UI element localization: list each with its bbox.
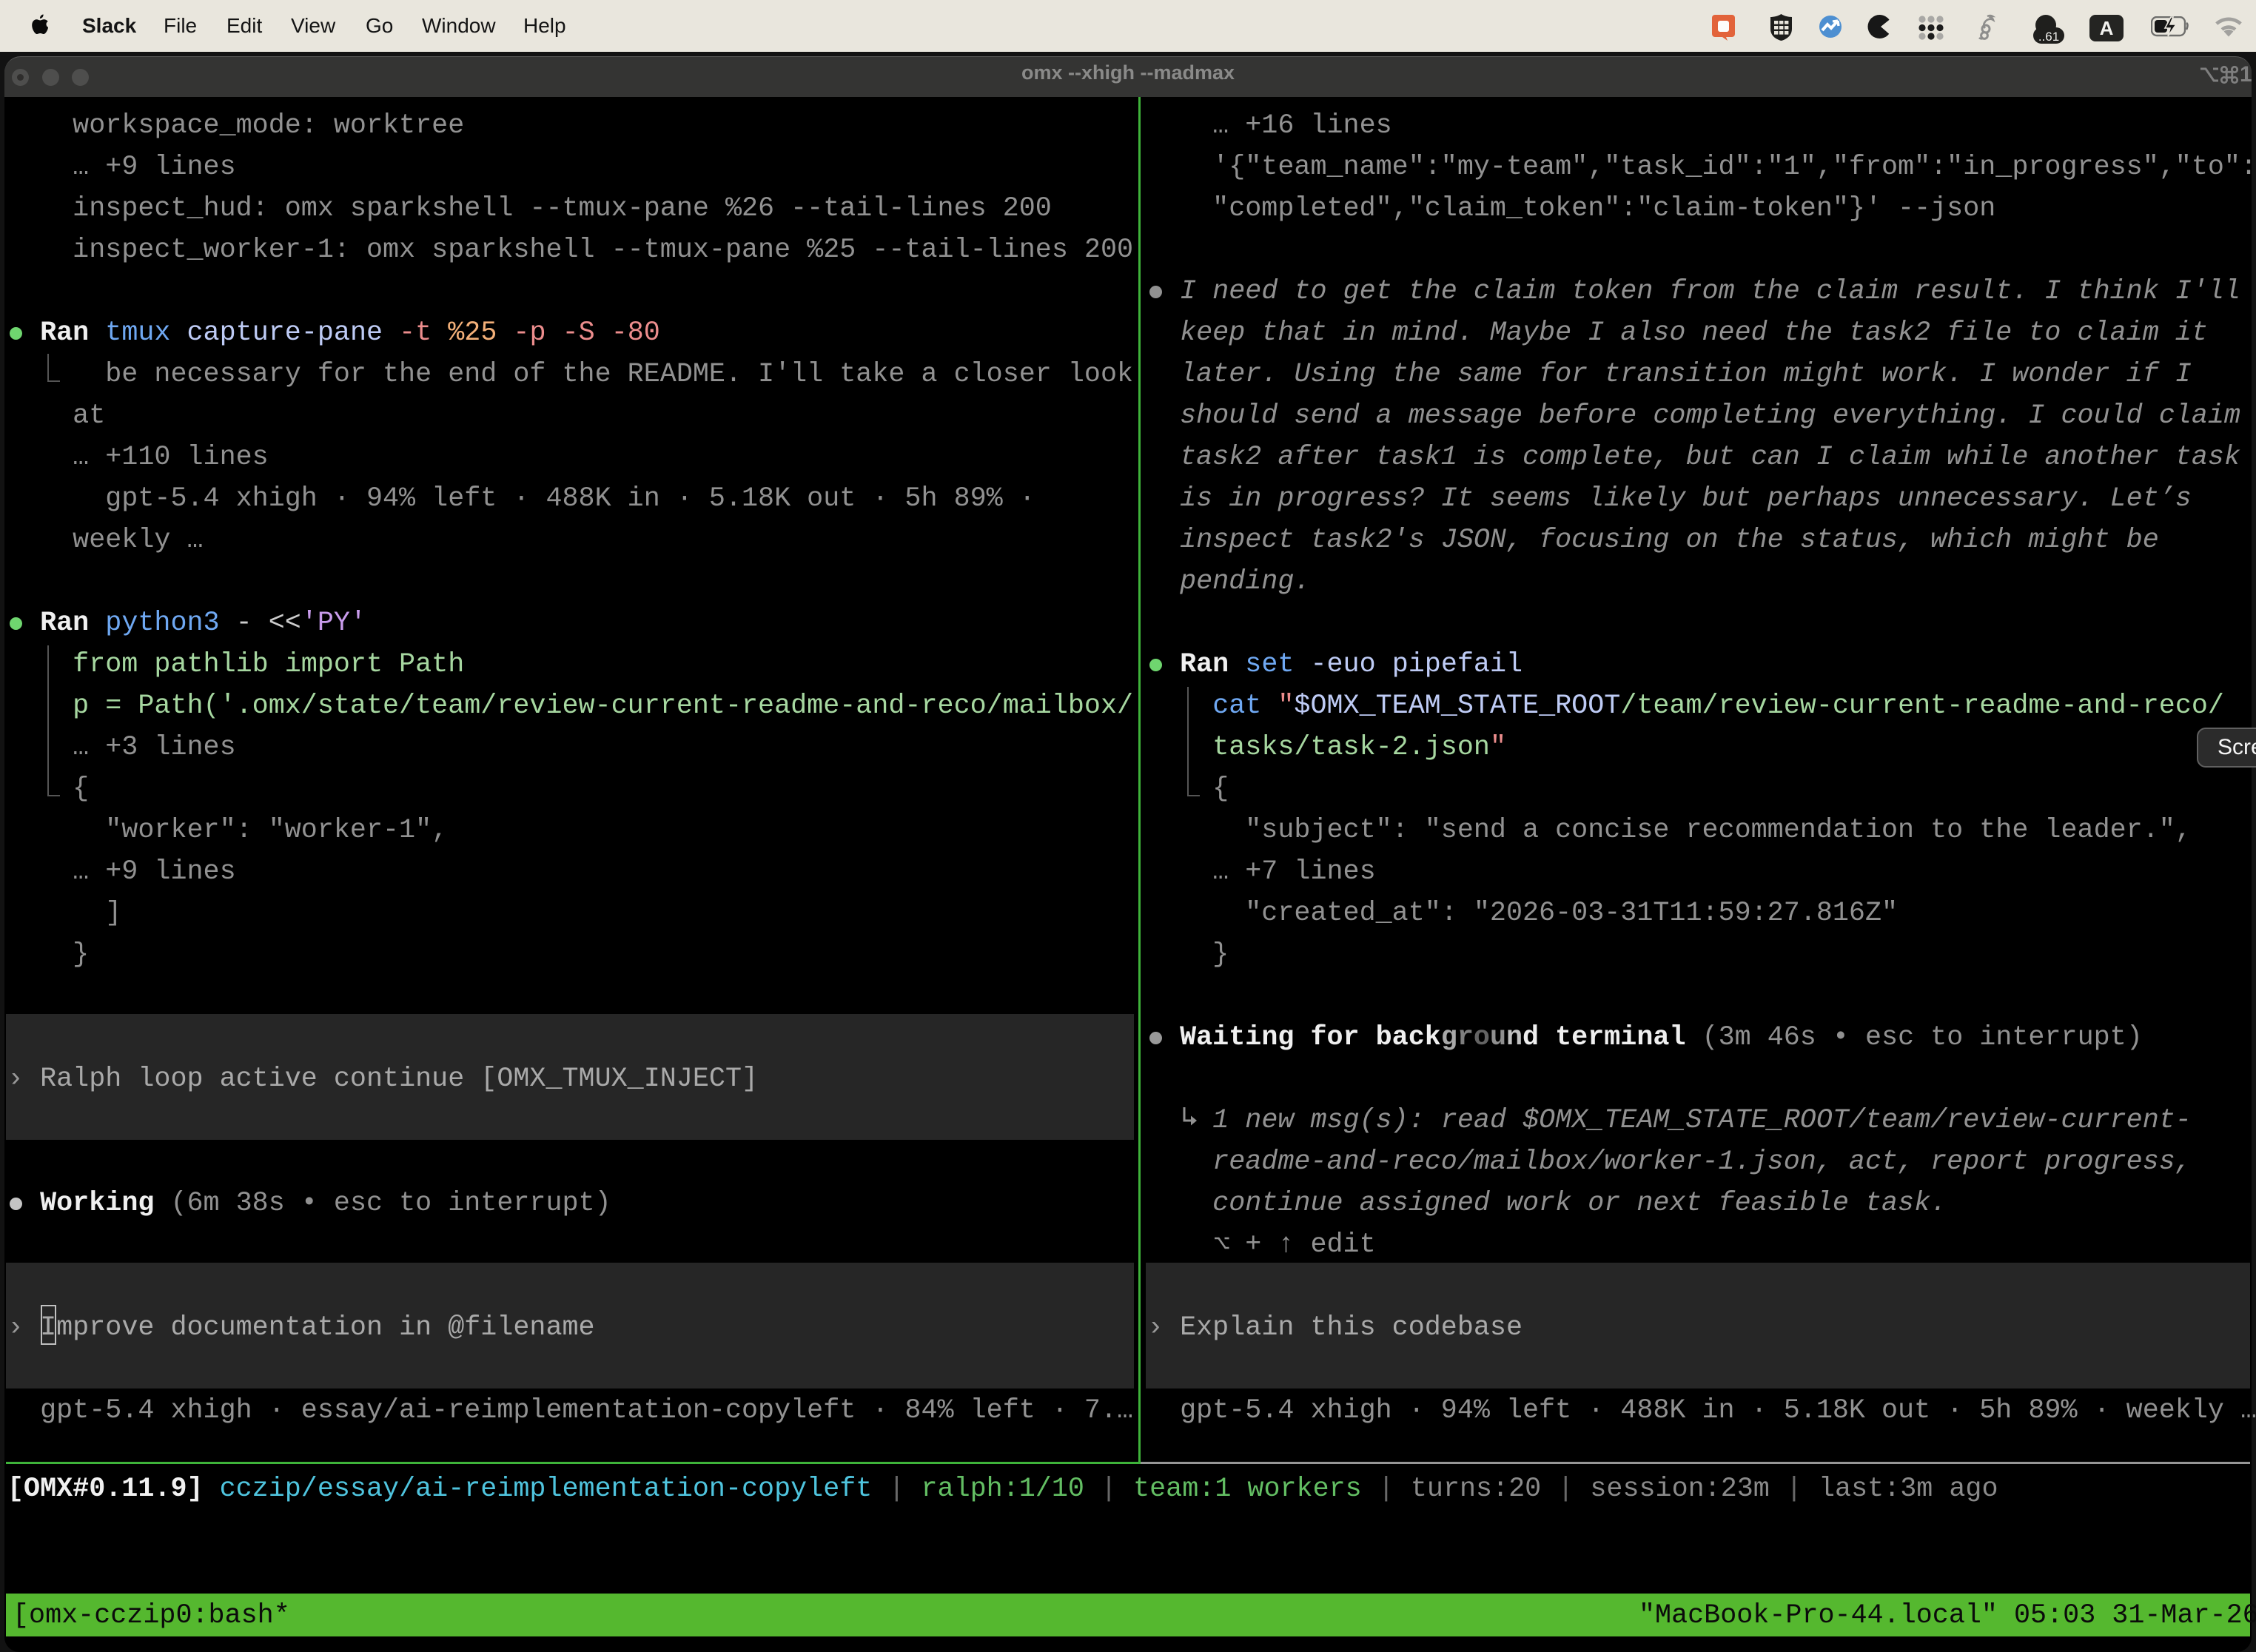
svg-text:..61: ..61 (2038, 30, 2059, 44)
svg-text:A: A (2100, 17, 2114, 39)
